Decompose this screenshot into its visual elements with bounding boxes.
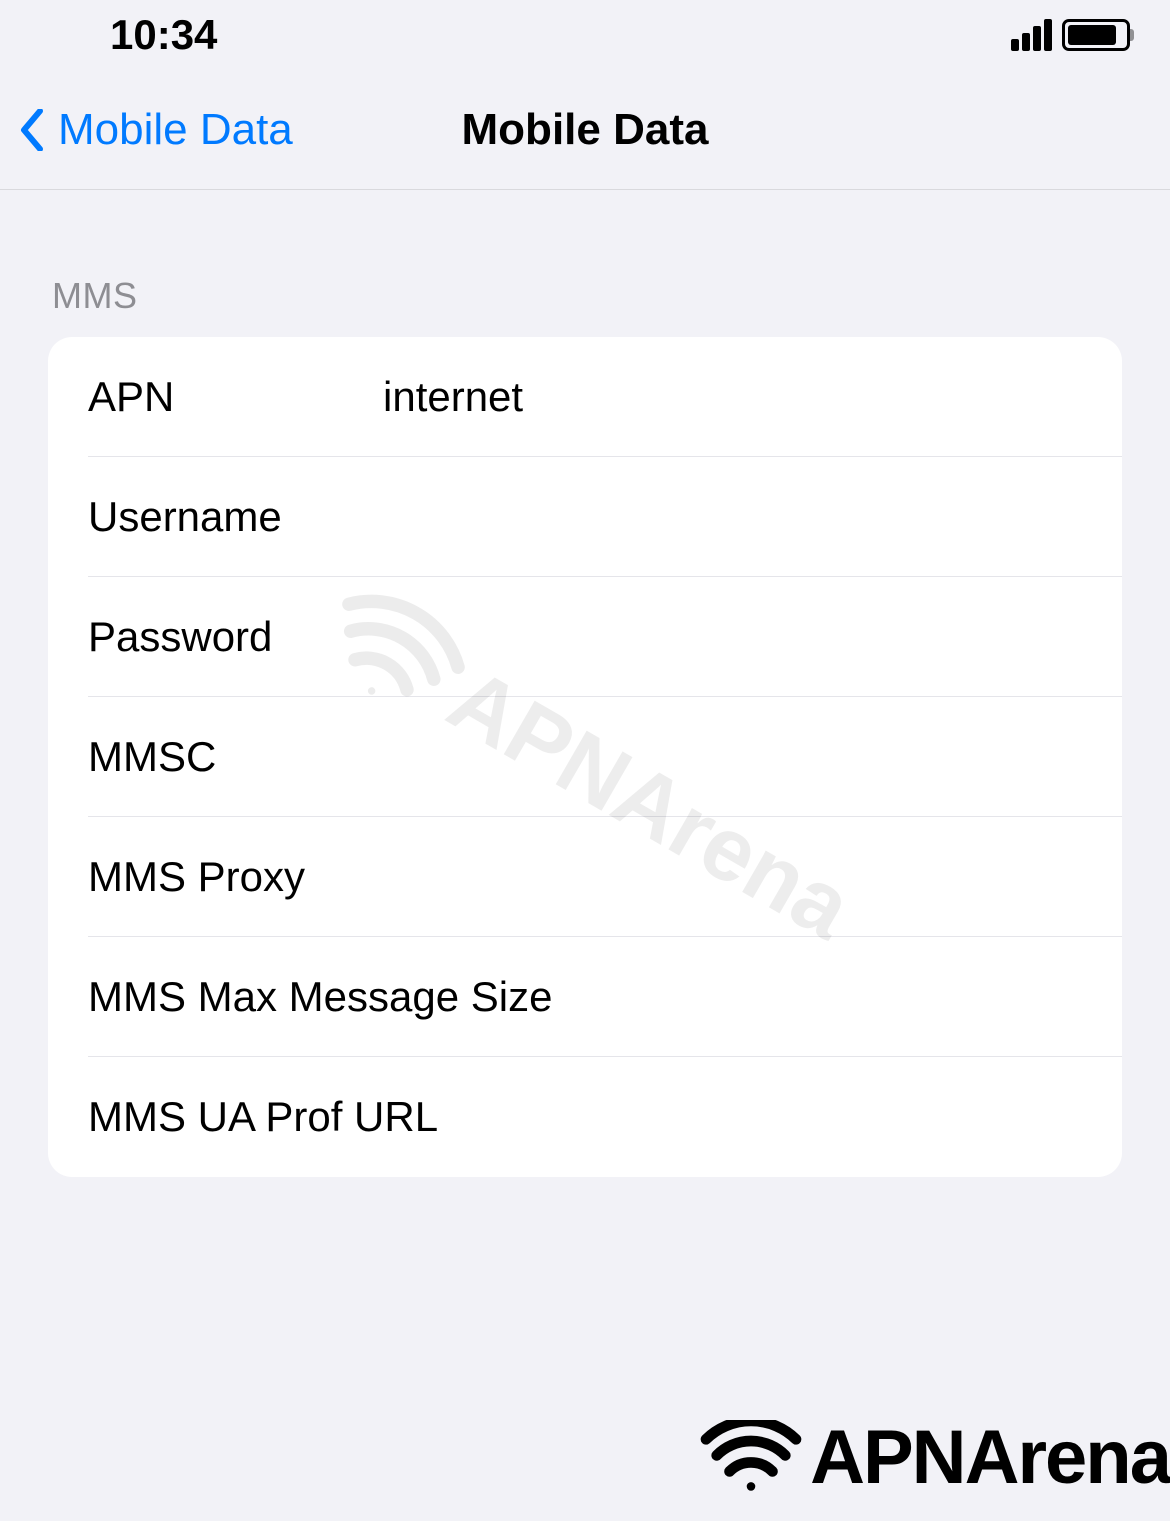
status-bar: 10:34 <box>0 0 1170 70</box>
mms-ua-prof-input[interactable] <box>882 1093 1082 1141</box>
back-label: Mobile Data <box>58 105 293 155</box>
mms-proxy-input[interactable] <box>383 853 1082 901</box>
mms-ua-prof-row[interactable]: MMS UA Prof URL <box>88 1057 1122 1177</box>
watermark-bottom-text: APNArena <box>810 1414 1170 1501</box>
password-row[interactable]: Password <box>88 577 1122 697</box>
battery-icon <box>1062 19 1130 51</box>
mmsc-label: MMSC <box>88 733 383 781</box>
mms-max-size-label: MMS Max Message Size <box>88 973 882 1021</box>
password-label: Password <box>88 613 383 661</box>
back-button[interactable]: Mobile Data <box>20 105 293 155</box>
mms-proxy-row[interactable]: MMS Proxy <box>88 817 1122 937</box>
status-indicators <box>1011 19 1130 51</box>
content-area: MMS APN Username Password MMSC MMS Proxy <box>0 275 1170 1177</box>
settings-group: APN Username Password MMSC MMS Proxy MMS… <box>48 337 1122 1177</box>
apn-row[interactable]: APN <box>88 337 1122 457</box>
mms-ua-prof-label: MMS UA Prof URL <box>88 1093 882 1141</box>
watermark-bottom: APNArena <box>696 1414 1170 1501</box>
mms-proxy-label: MMS Proxy <box>88 853 383 901</box>
username-row[interactable]: Username <box>88 457 1122 577</box>
username-input[interactable] <box>383 493 1082 541</box>
cellular-signal-icon <box>1011 19 1052 51</box>
page-title: Mobile Data <box>462 105 709 155</box>
wifi-icon <box>696 1420 806 1495</box>
username-label: Username <box>88 493 383 541</box>
mmsc-row[interactable]: MMSC <box>88 697 1122 817</box>
mmsc-input[interactable] <box>383 733 1082 781</box>
apn-label: APN <box>88 373 383 421</box>
section-header: MMS <box>52 275 1122 317</box>
navigation-bar: Mobile Data Mobile Data <box>0 70 1170 190</box>
mms-max-size-row[interactable]: MMS Max Message Size <box>88 937 1122 1057</box>
apn-input[interactable] <box>383 373 1082 421</box>
status-time: 10:34 <box>110 11 217 59</box>
chevron-left-icon <box>20 109 44 151</box>
mms-max-size-input[interactable] <box>882 973 1082 1021</box>
password-input[interactable] <box>383 613 1082 661</box>
